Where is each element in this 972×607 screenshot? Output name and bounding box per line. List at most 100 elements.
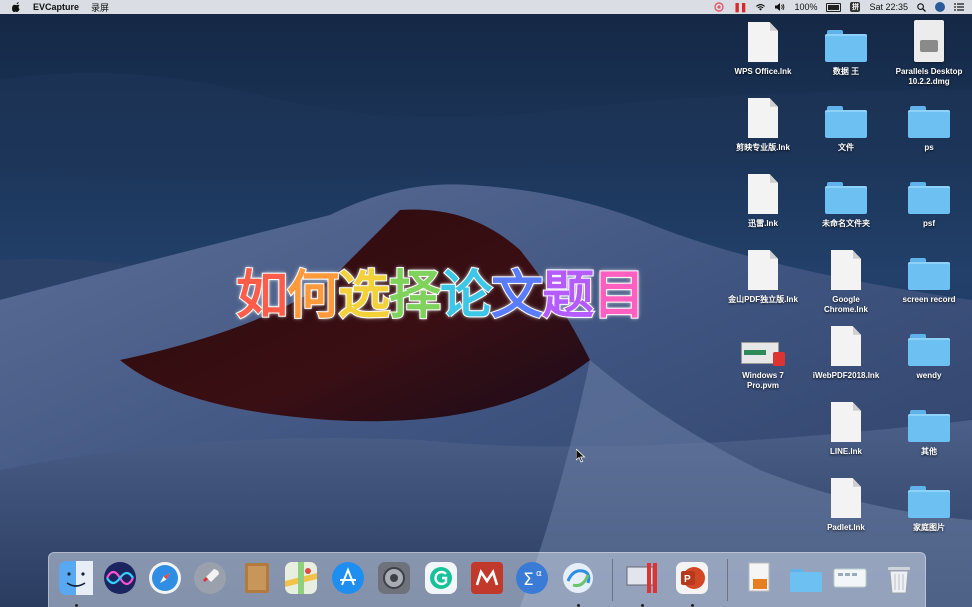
desktop-icon-label: wendy — [916, 371, 942, 380]
desktop-icon[interactable]: Windows 7 Pro.pvm — [724, 322, 802, 391]
overlay-title-char: 题 — [541, 266, 595, 326]
document-icon — [807, 474, 885, 518]
desktop-icon[interactable]: Padlet.lnk — [807, 474, 885, 533]
apple-menu-icon[interactable] — [12, 2, 21, 12]
desktop-icon-label: 其他 — [921, 447, 937, 456]
overlay-title-char: 文 — [490, 266, 544, 326]
app-store-icon[interactable] — [329, 559, 367, 597]
document-icon — [807, 322, 885, 366]
desktop-icon[interactable]: iWebPDF2018.lnk — [807, 322, 885, 381]
folder-icon — [890, 398, 968, 442]
folder-icon — [890, 94, 968, 138]
folder-icon — [890, 170, 968, 214]
desktop-icon-label: Google Chrome.lnk — [823, 295, 868, 314]
folder-icon — [807, 170, 885, 214]
app-name-menu[interactable]: EVCapture — [33, 2, 79, 12]
desktop-icon[interactable]: 未命名文件夹 — [807, 170, 885, 229]
folder-icon — [890, 246, 968, 290]
battery-icon[interactable] — [826, 2, 842, 12]
desktop-icon[interactable]: Parallels Desktop 10.2.2.dmg — [890, 18, 968, 87]
mathtype-icon[interactable]: Σα — [513, 559, 551, 597]
spotlight-search-icon[interactable] — [917, 2, 926, 12]
desktop-icon[interactable]: LINE.lnk — [807, 398, 885, 457]
overlay-title-char: 论 — [439, 266, 493, 326]
launchpad-icon[interactable] — [191, 559, 229, 597]
folder-stack-icon[interactable] — [787, 559, 825, 597]
desktop-icon-label: ps — [924, 143, 934, 152]
desktop-icon[interactable]: 家庭图片 — [890, 474, 968, 533]
desktop-icon-label: Padlet.lnk — [827, 523, 865, 532]
desktop-icon-label: Parallels Desktop 10.2.2.dmg — [895, 67, 963, 86]
siri-icon[interactable] — [101, 559, 139, 597]
document-icon — [724, 246, 802, 290]
desktop-icon[interactable]: screen record — [890, 246, 968, 305]
finder-icon[interactable] — [57, 559, 95, 597]
mendeley-icon[interactable] — [468, 559, 506, 597]
video-overlay-title: 如何选择论文题目 — [235, 269, 646, 323]
wifi-icon[interactable] — [755, 3, 766, 11]
overlay-title-char: 择 — [388, 266, 442, 326]
desktop-icon[interactable]: 剪映专业版.lnk — [724, 94, 802, 153]
safari-icon[interactable] — [146, 559, 184, 597]
document-icon — [807, 398, 885, 442]
document-icon — [724, 170, 802, 214]
menubar-clock[interactable]: Sat 22:35 — [869, 2, 908, 12]
desktop-icon-label: LINE.lnk — [829, 447, 862, 456]
grammarly-icon[interactable] — [422, 559, 460, 597]
trash-icon[interactable] — [880, 559, 918, 597]
menu-bar: EVCapture 录屏 ❚❚ 100% 拼 Sat 22:35 — [0, 0, 972, 14]
disk-image-icon — [890, 18, 968, 62]
input-source-icon[interactable]: 拼 — [850, 2, 861, 12]
desktop-icon-label: iWebPDF2018.lnk — [812, 371, 880, 380]
desktop-icon-label: psf — [923, 219, 935, 228]
notification-center-icon[interactable] — [954, 3, 964, 11]
maps-icon[interactable] — [282, 559, 320, 597]
desktop-icon[interactable]: wendy — [890, 322, 968, 381]
desktop: EVCapture 录屏 ❚❚ 100% 拼 Sat 22:35 如何选择论文题… — [0, 0, 972, 607]
document-icon — [724, 18, 802, 62]
dock: Σα P — [48, 552, 926, 607]
folder-icon — [890, 474, 968, 518]
screen-record-status-icon[interactable] — [714, 2, 725, 12]
volume-icon[interactable] — [775, 3, 785, 11]
parallels-vm-icon — [724, 322, 802, 366]
desktop-icon[interactable]: Google Chrome.lnk — [807, 246, 885, 315]
desktop-icon-label: 未命名文件夹 — [822, 219, 870, 228]
sync-app-icon[interactable] — [559, 559, 597, 597]
overlay-title-char: 何 — [286, 266, 340, 326]
desktop-icon[interactable]: 文件 — [807, 94, 885, 153]
desktop-icon-label: 数据 王 — [832, 67, 860, 76]
dock-separator — [727, 559, 728, 601]
svg-text:P: P — [684, 574, 691, 585]
desktop-icon[interactable]: 数据 王 — [807, 18, 885, 77]
desktop-icon-label: Windows 7 Pro.pvm — [742, 371, 784, 390]
desktop-icon[interactable]: psf — [890, 170, 968, 229]
desktop-icon-label: WPS Office.lnk — [734, 67, 792, 76]
desktop-icon[interactable]: 金山PDF独立版.lnk — [724, 246, 802, 305]
overlay-title-char: 选 — [337, 266, 391, 326]
folder-icon — [890, 322, 968, 366]
powerpoint-icon[interactable]: P — [673, 559, 711, 597]
desktop-icon-label: 家庭图片 — [913, 523, 945, 532]
svg-text:α: α — [536, 569, 542, 579]
desktop-icon[interactable]: 迅雷.lnk — [724, 170, 802, 229]
desktop-icon-label: 金山PDF独立版.lnk — [728, 295, 798, 304]
overlay-title-char: 目 — [592, 266, 646, 326]
document-icon — [807, 246, 885, 290]
folder-icon — [807, 94, 885, 138]
desktop-icon-label: 剪映专业版.lnk — [736, 143, 790, 152]
user-avatar-icon[interactable] — [935, 2, 945, 12]
parallels-icon[interactable] — [623, 559, 661, 597]
document-icon — [724, 94, 802, 138]
record-menu[interactable]: 录屏 — [91, 1, 109, 14]
system-preferences-icon[interactable] — [375, 559, 413, 597]
desktop-icon[interactable]: WPS Office.lnk — [724, 18, 802, 77]
desktop-icon-label: screen record — [902, 295, 956, 304]
desktop-icon[interactable]: 其他 — [890, 398, 968, 457]
notebook-icon[interactable] — [238, 559, 276, 597]
document-stack-icon[interactable] — [739, 559, 777, 597]
desktop-icon[interactable]: ps — [890, 94, 968, 153]
folder-icon — [807, 18, 885, 62]
pause-recording-icon[interactable]: ❚❚ — [733, 2, 747, 13]
downloads-stack-icon[interactable] — [831, 559, 869, 597]
